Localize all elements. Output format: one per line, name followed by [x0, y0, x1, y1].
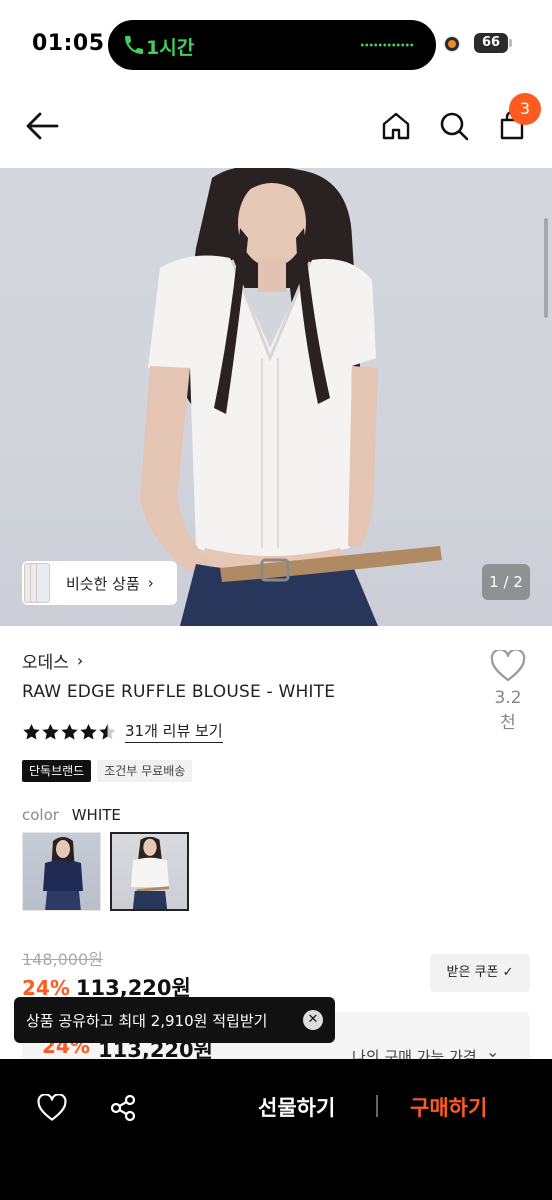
product-image-carousel[interactable]: 비슷한 상품 › 1 / 2 — [0, 168, 552, 626]
share-button[interactable] — [106, 1091, 140, 1125]
top-nav — [0, 88, 552, 168]
swatch-photo-navy — [43, 837, 83, 910]
brand-link[interactable]: 오데스 › — [22, 648, 83, 673]
battery-tip — [509, 39, 512, 47]
divider — [376, 1095, 378, 1117]
toast-message: 상품 공유하고 최대 2,910원 적립받기 — [26, 1011, 268, 1030]
chevron-right-icon: › — [147, 574, 154, 592]
similar-products-button[interactable]: 비슷한 상품 › — [22, 561, 177, 605]
wishlist-button[interactable]: 3.2천 — [487, 648, 529, 733]
audio-wave-icon — [360, 42, 414, 48]
phone-icon — [125, 36, 143, 54]
product-photo — [140, 168, 442, 626]
product-title: RAW EDGE RUFFLE BLOUSE - WHITE — [22, 682, 336, 702]
selected-color: WHITE — [71, 806, 121, 824]
exclusive-brand-tag: 단독브랜드 — [22, 760, 92, 782]
star-icon — [61, 723, 78, 739]
wishlist-bottom-button[interactable] — [35, 1091, 69, 1125]
call-indicator-pill[interactable]: 1시간 — [108, 20, 436, 70]
share-reward-toast[interactable]: 상품 공유하고 최대 2,910원 적립받기 ✕ — [14, 997, 335, 1043]
star-icon — [42, 723, 59, 739]
recording-indicator-icon — [445, 37, 459, 51]
star-icon — [80, 723, 97, 739]
heart-icon — [37, 1094, 67, 1121]
close-icon[interactable]: ✕ — [303, 1010, 323, 1030]
search-icon — [440, 112, 469, 141]
coupon-received-button[interactable]: 받은 쿠폰 ✓ — [430, 954, 530, 992]
cart-count-badge: 3 — [509, 93, 541, 125]
image-page-counter: 1 / 2 — [482, 564, 530, 600]
chevron-right-icon: › — [76, 651, 84, 670]
star-icon — [23, 723, 40, 739]
color-selector-label: color WHITE — [22, 806, 121, 824]
wishlist-count: 3.2천 — [494, 688, 522, 733]
scroll-indicator — [544, 218, 548, 318]
product-tags: 단독브랜드 조건부 무료배송 — [22, 760, 193, 782]
similar-products-label: 비슷한 상품 — [66, 574, 140, 593]
rating-row: 31개 리뷰 보기 — [22, 720, 223, 743]
arrow-left-icon — [26, 112, 59, 140]
free-shipping-tag: 조건부 무료배송 — [97, 760, 193, 782]
home-button[interactable] — [378, 108, 414, 144]
heart-icon — [490, 648, 526, 682]
bottom-action-bar: 선물하기 구매하기 — [0, 1059, 552, 1200]
brand-name: 오데스 — [22, 653, 69, 673]
color-swatch-navy[interactable] — [22, 832, 101, 911]
gift-button[interactable]: 선물하기 — [258, 1092, 335, 1122]
home-icon — [382, 112, 410, 140]
status-bar: 01:05 1시간 66 — [0, 0, 552, 88]
swatch-photo-white — [130, 836, 169, 909]
status-time: 01:05 — [32, 31, 105, 56]
search-button[interactable] — [436, 108, 472, 144]
color-swatch-white[interactable] — [110, 832, 189, 911]
similar-thumbnails — [22, 561, 50, 605]
star-rating — [22, 723, 117, 741]
back-button[interactable] — [24, 108, 60, 144]
call-duration: 1시간 — [146, 37, 195, 59]
share-icon — [110, 1094, 136, 1122]
review-link[interactable]: 31개 리뷰 보기 — [125, 720, 223, 743]
buy-button[interactable]: 구매하기 — [410, 1092, 487, 1122]
color-label: color — [22, 806, 59, 824]
battery-icon: 66 — [474, 33, 508, 53]
original-price: 148,000원 — [22, 950, 103, 969]
half-star-icon — [99, 723, 116, 739]
